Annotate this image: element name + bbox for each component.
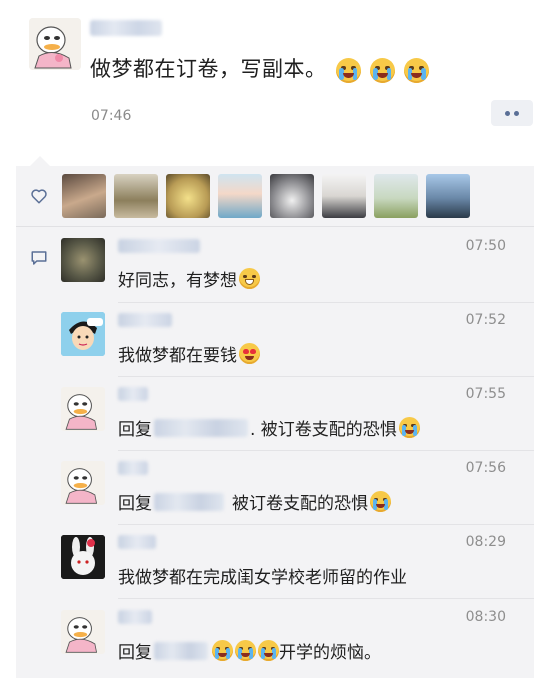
reply-prefix: 回复 [118, 643, 152, 663]
crying-emoji-icon [369, 57, 395, 83]
loudly-crying-emoji-icon [212, 640, 233, 661]
reply-target-name[interactable] [154, 641, 208, 660]
comment-time: 07:55 [465, 386, 506, 402]
crying-emoji-icon [370, 491, 391, 512]
loudly-crying-emoji-icon [258, 640, 279, 661]
crying-emoji-icon [335, 57, 361, 83]
comment-text: 我做梦都在要钱 [118, 341, 260, 366]
comment-time: 07:52 [465, 312, 506, 328]
comment-text-content: 我做梦都在要钱 [118, 346, 237, 366]
comment-time: 08:29 [465, 534, 506, 550]
like-avatar-5[interactable] [270, 174, 314, 218]
comment-text-content: 被订卷支配的恐惧 [232, 494, 368, 514]
commenter-name[interactable] [118, 610, 152, 624]
crying-emoji-icon [398, 417, 420, 438]
comment-divider [118, 524, 534, 525]
like-avatar-3[interactable] [166, 174, 210, 218]
comment-time: 07:50 [465, 238, 506, 254]
like-avatar-6[interactable] [322, 174, 366, 218]
author-avatar[interactable] [29, 18, 81, 70]
commenter-avatar[interactable] [61, 535, 105, 579]
commenter-avatar[interactable] [61, 461, 105, 505]
heart-outline-icon [31, 189, 47, 204]
post-text: 做梦都在订卷，写副本。 [90, 53, 430, 83]
comment-icon [31, 251, 47, 265]
comment-text: 回复 被订卷支配的恐惧 [118, 489, 391, 514]
reply-prefix: 回复 [118, 420, 152, 440]
comment-text-content: 开学的烦恼。 [279, 643, 381, 663]
like-avatar-7[interactable] [374, 174, 418, 218]
comment-text: 回复 . 被订卷支配的恐惧 [118, 415, 420, 440]
commenter-avatar[interactable] [61, 238, 105, 282]
commenter-avatar[interactable] [61, 387, 105, 431]
commenter-name[interactable] [118, 239, 200, 253]
comment-text: 我做梦都在完成闺女学校老师留的作业 [118, 563, 407, 588]
comment-time: 08:30 [465, 609, 506, 625]
post-time: 07:46 [91, 108, 132, 124]
panel-pointer [30, 156, 50, 166]
commenter-name[interactable] [118, 461, 148, 475]
like-avatar-1[interactable] [62, 174, 106, 218]
comment-divider [118, 376, 534, 377]
commenter-avatar[interactable] [61, 312, 105, 356]
reply-target-name[interactable] [154, 492, 224, 511]
post-text-content: 做梦都在订卷，写副本。 [90, 57, 327, 81]
comment-text: 好同志，有梦想 [118, 266, 260, 291]
commenter-name[interactable] [118, 387, 148, 401]
like-avatar-2[interactable] [114, 174, 158, 218]
comment-time: 07:56 [465, 460, 506, 476]
like-avatar-4[interactable] [218, 174, 262, 218]
commenter-name[interactable] [118, 313, 172, 327]
dot-icon [505, 110, 510, 116]
like-avatar-8[interactable] [426, 174, 470, 218]
comment-divider [118, 450, 534, 451]
more-actions-button[interactable] [491, 100, 533, 126]
crying-emoji-icon [404, 57, 430, 83]
comment-divider [118, 598, 534, 599]
likes-divider [16, 226, 534, 227]
comment-text-content: . 被订卷支配的恐惧 [250, 420, 397, 440]
heart-eyes-emoji-icon [239, 343, 260, 364]
comment-text-content: 我做梦都在完成闺女学校老师留的作业 [118, 568, 407, 588]
comment-divider [118, 302, 534, 303]
author-name[interactable] [90, 20, 162, 36]
commenter-avatar[interactable] [61, 610, 105, 654]
loudly-crying-emoji-icon [235, 640, 256, 661]
reply-prefix: 回复 [118, 494, 152, 514]
grin-emoji-icon [239, 268, 260, 289]
reply-target-name[interactable] [154, 418, 248, 437]
commenter-name[interactable] [118, 535, 156, 549]
comment-text: 回复 开学的烦恼。 [118, 638, 381, 663]
comment-text-content: 好同志，有梦想 [118, 271, 237, 291]
dot-icon [514, 110, 519, 116]
